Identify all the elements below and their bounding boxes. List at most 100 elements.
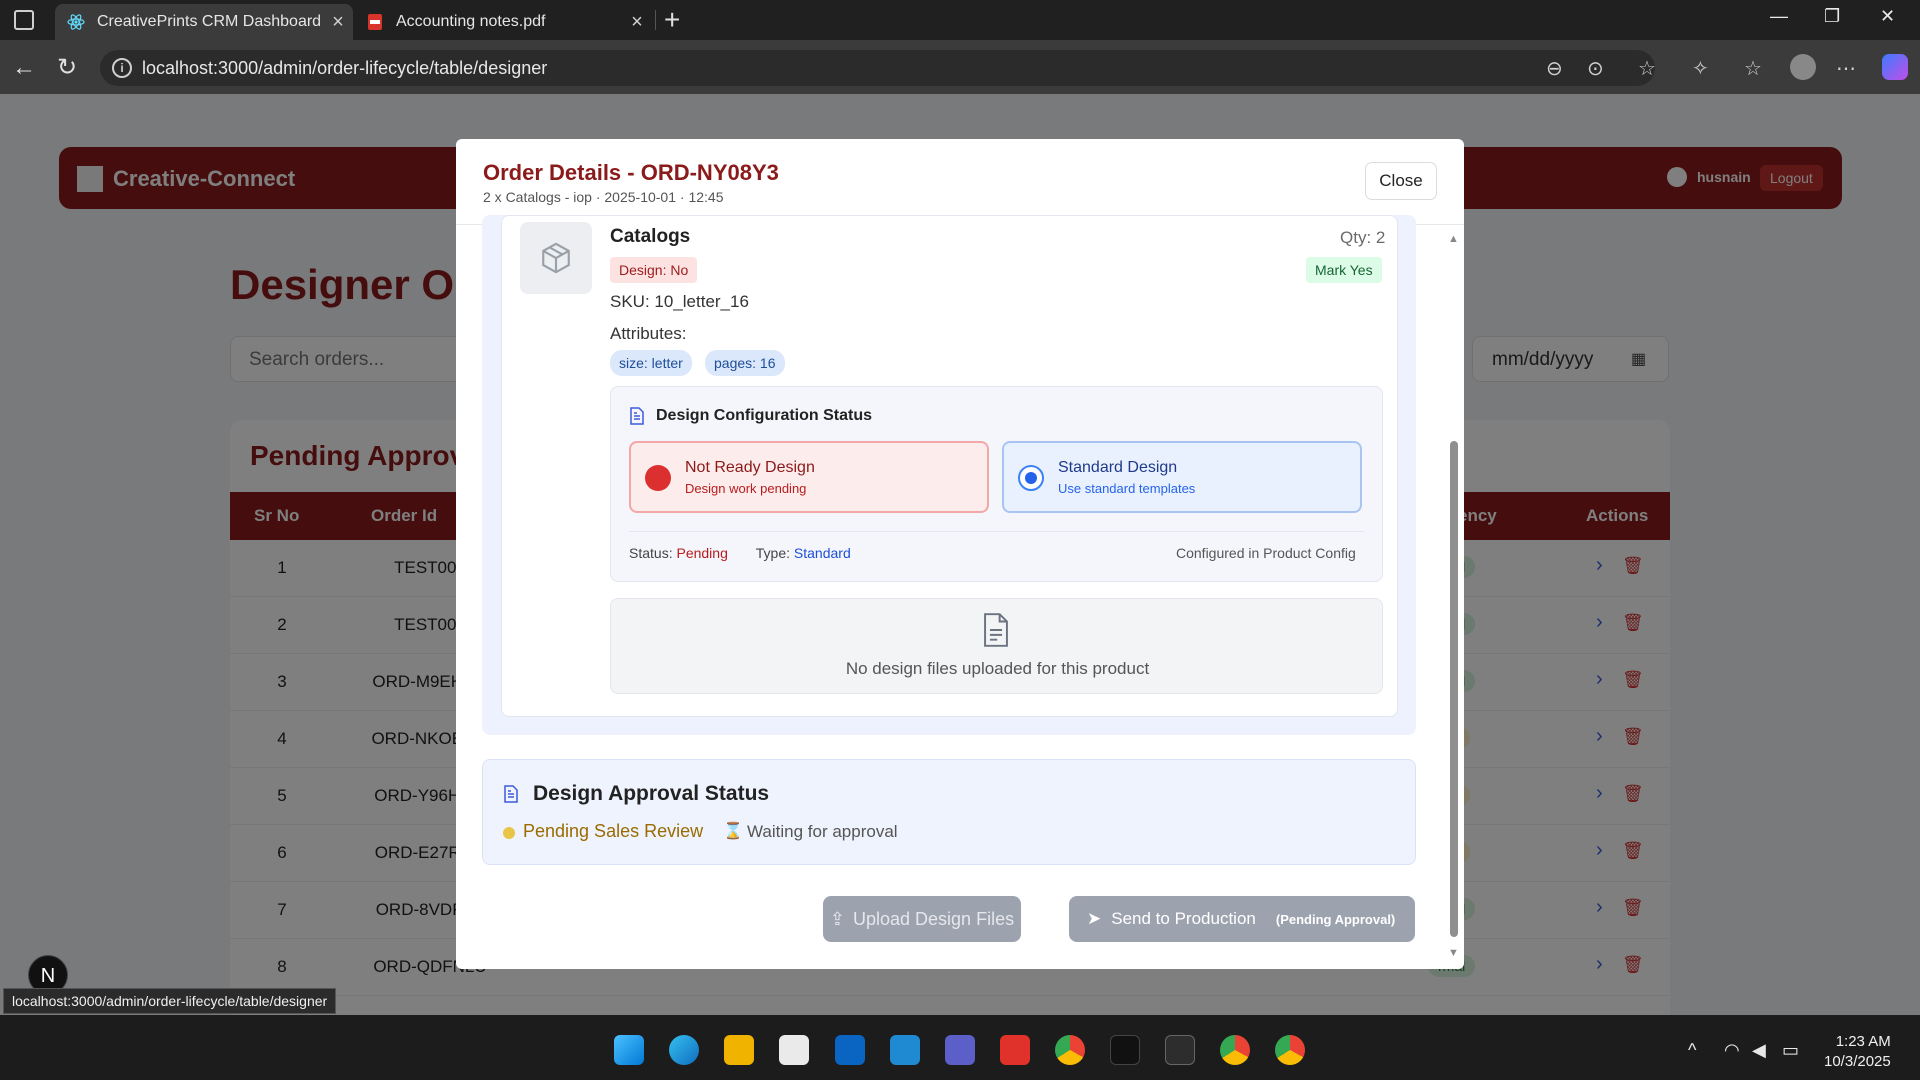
type-label: Type: (755, 545, 791, 561)
red-status-dot (645, 465, 671, 491)
configured-note: Configured in Product Config (1176, 545, 1356, 561)
modal-subtitle: 2 x Catalogs - iop · 2025-10-01 · 12:45 (483, 189, 724, 205)
pdf-icon (366, 13, 384, 31)
wps-icon[interactable] (1000, 1035, 1030, 1065)
clock-date: 10/3/2025 (1824, 1053, 1891, 1070)
document-icon (629, 407, 645, 430)
product-card: Catalogs Qty: 2 Design: No Mark Yes SKU:… (501, 215, 1398, 717)
option-title: Not Ready Design (685, 459, 815, 476)
clock-time: 1:23 AM (1835, 1033, 1891, 1050)
react-icon (67, 13, 85, 31)
terminal-icon[interactable] (1165, 1035, 1195, 1065)
status-label: Status: (629, 545, 673, 561)
design-config-status: Design Configuration Status Not Ready De… (610, 386, 1383, 582)
tab-separator (655, 10, 656, 30)
refresh-icon[interactable]: ↻ (57, 54, 77, 82)
status-value: Pending (676, 545, 728, 561)
order-details-modal: Order Details - ORD-NY08Y3 2 x Catalogs … (456, 139, 1464, 969)
approval-status: Pending Sales Review (523, 821, 704, 841)
approval-waiting: Waiting for approval (747, 822, 898, 841)
option-title: Standard Design (1058, 459, 1178, 476)
not-ready-design-option[interactable]: Not Ready Design Design work pending (629, 441, 989, 513)
status-url-tooltip: localhost:3000/admin/order-lifecycle/tab… (3, 988, 337, 1014)
tab-title: Accounting notes.pdf (396, 13, 546, 30)
type-value: Standard (793, 545, 851, 561)
modal-title: Order Details - ORD-NY08Y3 (483, 160, 779, 185)
scrollbar-thumb[interactable] (1450, 441, 1458, 937)
config-status-line: Status: Pending Type: Standard (629, 545, 851, 561)
file-icon (981, 613, 1011, 652)
outlook-icon[interactable] (835, 1035, 865, 1065)
upload-label: Upload Design Files (853, 908, 1015, 929)
attributes-label: Attributes: (610, 324, 687, 343)
tab-title: CreativePrints CRM Dashboard (97, 13, 322, 30)
copilot-icon[interactable] (1882, 54, 1908, 80)
approval-heading: Design Approval Status (533, 782, 770, 805)
store-icon[interactable] (779, 1035, 809, 1065)
favorite-star-icon[interactable]: ☆ (1638, 56, 1656, 81)
edge-icon[interactable] (669, 1035, 699, 1065)
document-icon (503, 784, 519, 809)
more-icon[interactable]: ⋯ (1836, 56, 1856, 81)
products-section: Catalogs Qty: 2 Design: No Mark Yes SKU:… (482, 215, 1416, 735)
box-icon (520, 222, 592, 294)
vscode-icon[interactable] (890, 1035, 920, 1065)
address-bar[interactable]: i localhost:3000/admin/order-lifecycle/t… (100, 50, 1655, 86)
favorites-icon[interactable]: ☆ (1744, 56, 1762, 81)
url-text: localhost:3000/admin/order-lifecycle/tab… (142, 58, 548, 78)
zoom-icon[interactable]: ⊖ (1546, 56, 1563, 81)
design-status-badge: Design: No (610, 257, 698, 283)
attribute-chip: pages: 16 (705, 350, 785, 376)
start-icon[interactable] (614, 1035, 644, 1065)
mark-yes-button[interactable]: Mark Yes (1306, 257, 1382, 283)
unity-icon[interactable] (1110, 1035, 1140, 1065)
scroll-down-arrow[interactable]: ▼ (1448, 947, 1459, 959)
close-tab-icon[interactable]: × (323, 11, 353, 34)
divider (629, 531, 1364, 532)
standard-design-option[interactable]: Standard Design Use standard templates (1002, 441, 1362, 513)
restore-icon[interactable]: ❐ (1824, 6, 1840, 27)
design-approval-status: Design Approval Status Pending Sales Rev… (482, 759, 1416, 865)
attribute-chip: size: letter (610, 350, 692, 376)
modal-body: Catalogs Qty: 2 Design: No Mark Yes SKU:… (456, 215, 1464, 969)
browser-tab-bar: CreativePrints CRM Dashboard × Accountin… (0, 0, 1920, 40)
extensions-icon[interactable]: ✧ (1692, 56, 1709, 81)
close-tab-icon[interactable]: × (622, 11, 652, 34)
file-explorer-icon[interactable] (724, 1035, 754, 1065)
wifi-icon[interactable]: ◠ (1724, 1040, 1740, 1061)
profile-avatar[interactable] (1790, 54, 1816, 80)
product-sku: SKU: 10_letter_16 (610, 292, 749, 311)
upload-design-files-button[interactable]: ⇪ Upload Design Files (823, 896, 1021, 942)
radio-selected-icon (1018, 465, 1044, 491)
chrome-icon[interactable] (1220, 1035, 1250, 1065)
chevron-up-icon[interactable]: ^ (1688, 1040, 1696, 1061)
product-qty: Qty: 2 (1340, 228, 1386, 247)
option-subtitle: Design work pending (685, 481, 807, 496)
send-label: Send to Production (1111, 909, 1256, 928)
clock[interactable]: 1:23 AM 10/3/2025 (1824, 1032, 1891, 1072)
design-config-heading: Design Configuration Status (656, 407, 872, 424)
reader-icon[interactable]: ⊙ (1587, 56, 1604, 81)
close-button[interactable]: Close (1365, 162, 1437, 200)
upload-icon: ⇪ (829, 908, 845, 929)
new-tab-icon[interactable]: + (664, 4, 680, 36)
back-icon[interactable]: ← (12, 54, 36, 82)
send-to-production-button[interactable]: ➤ Send to Production (Pending Approval) (1069, 896, 1415, 942)
hourglass-icon: ⌛ (723, 823, 743, 840)
modal-header: Order Details - ORD-NY08Y3 2 x Catalogs … (456, 139, 1464, 225)
sidebar-toggle-icon[interactable] (14, 10, 34, 30)
window-close-icon[interactable]: ✕ (1880, 6, 1895, 27)
tab-accounting-notes[interactable]: Accounting notes.pdf × (354, 4, 652, 40)
tab-creativeprints[interactable]: CreativePrints CRM Dashboard × (55, 4, 353, 40)
no-files-text: No design files uploaded for this produc… (845, 659, 1150, 678)
chrome-icon[interactable] (1055, 1035, 1085, 1065)
volume-icon[interactable]: ◀ (1752, 1040, 1766, 1061)
teams-icon[interactable] (945, 1035, 975, 1065)
site-info-icon[interactable]: i (112, 58, 132, 78)
minimize-icon[interactable]: — (1770, 6, 1788, 27)
scroll-up-arrow[interactable]: ▲ (1448, 233, 1459, 245)
battery-icon[interactable]: ▭ (1782, 1040, 1799, 1061)
send-icon: ➤ (1087, 909, 1102, 928)
yellow-status-dot (503, 827, 515, 839)
chrome-icon[interactable] (1275, 1035, 1305, 1065)
